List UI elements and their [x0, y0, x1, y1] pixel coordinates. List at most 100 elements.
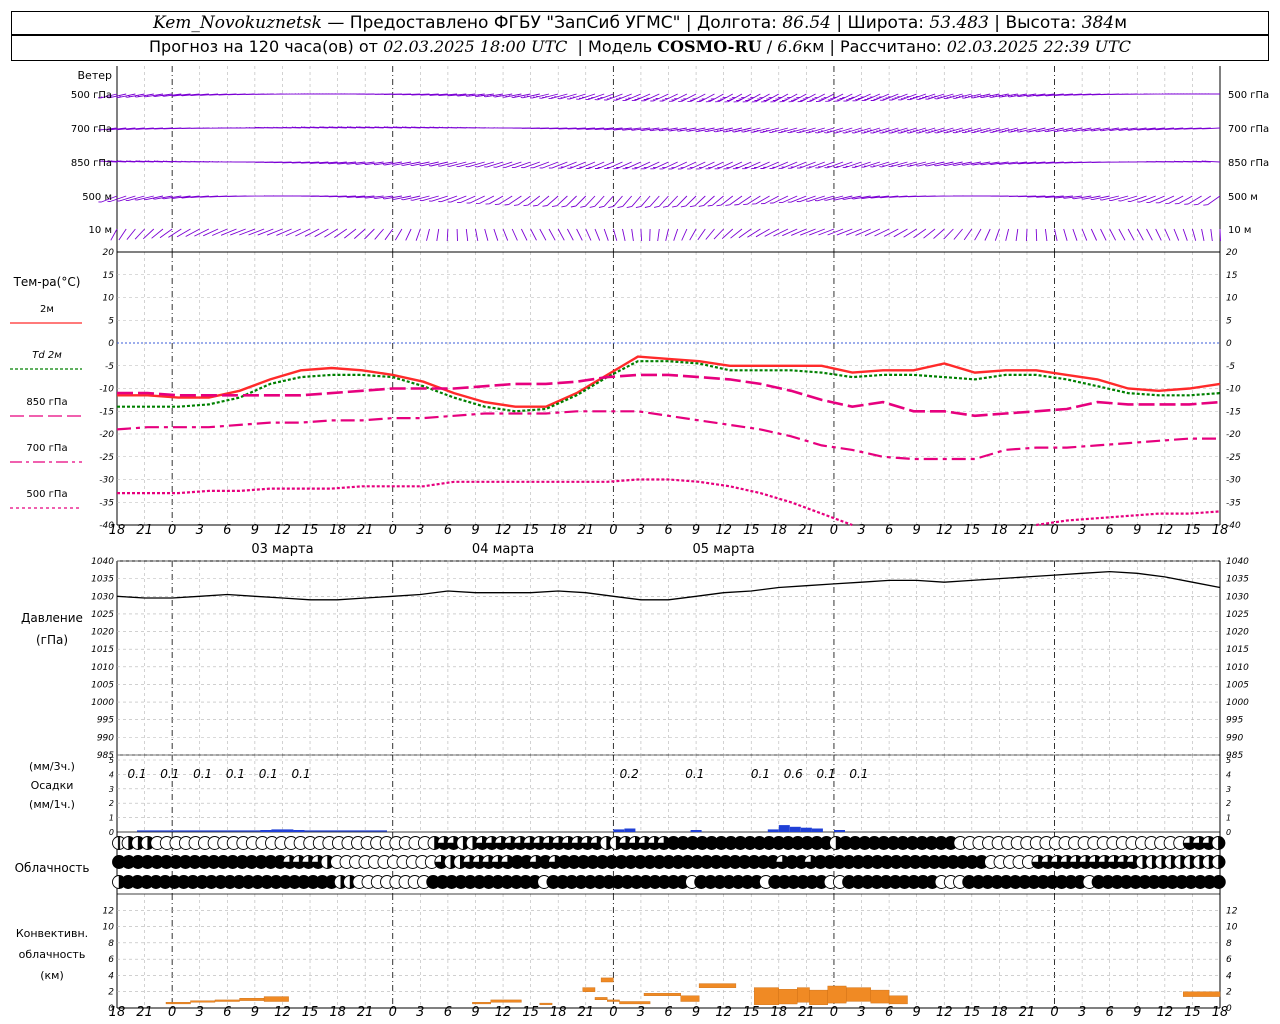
conv-cloud-bar — [827, 985, 847, 1004]
wind-level-label-left: 500 м — [82, 192, 112, 203]
precip-bar — [834, 830, 845, 832]
wind-barbs-row — [97, 93, 1220, 103]
conv-tick-left: 12 — [103, 906, 115, 916]
hour-label: 3 — [637, 1005, 645, 1020]
temp-legend-label: Td 2м — [32, 350, 62, 361]
hour-label: 18 — [329, 1005, 346, 1020]
precip-bar — [789, 826, 801, 832]
precip-3h-label: 0.1 — [751, 767, 770, 781]
conv-tick-left: 6 — [108, 955, 114, 965]
precip-tick-right: 1 — [1226, 814, 1231, 823]
temp-tick-left: 20 — [103, 248, 115, 258]
precip-3h-label: 0.1 — [160, 767, 179, 781]
conv-cloud-bar — [239, 998, 265, 1001]
precip-3h-label: 0.1 — [193, 767, 212, 781]
temp-tick-left: 15 — [103, 271, 115, 281]
hour-label: 12 — [715, 523, 732, 538]
hour-label: 9 — [471, 1005, 479, 1020]
conv-cloud-bar — [190, 1000, 216, 1003]
hour-label: 0 — [1050, 523, 1058, 538]
conv-title-1: Конвективн. — [16, 927, 88, 940]
date-label: 03 марта — [251, 542, 313, 557]
hour-label: 9 — [692, 523, 700, 538]
pressure-tick-left: 990 — [97, 733, 114, 743]
temp-tick-right: -10 — [1226, 385, 1241, 395]
hour-label: 15 — [302, 523, 319, 538]
temp-tick-left: -30 — [99, 476, 114, 486]
hour-label: 21 — [578, 523, 595, 538]
temp-tick-left: -25 — [99, 453, 114, 463]
precip-3h-label: 0.1 — [817, 767, 836, 781]
pressure-tick-left: 995 — [97, 716, 114, 726]
conv-cloud-bar — [778, 989, 798, 1005]
hour-label: 15 — [1184, 523, 1201, 538]
hour-label: 3 — [196, 1005, 204, 1020]
temp-tick-right: -20 — [1226, 430, 1241, 440]
conv-unit: (км) — [40, 969, 64, 982]
hour-label: 3 — [416, 523, 424, 538]
conv-tick-left: 2 — [108, 988, 114, 998]
hour-label: 0 — [1050, 1005, 1058, 1020]
precip-tick-right: 0 — [1226, 828, 1231, 837]
conv-tick-right: 8 — [1226, 939, 1232, 949]
conv-cloud-bar — [582, 987, 596, 992]
meteogram: 0.1 0.1 0.1 0.1 0.1 0.1 0.2 0.1 0.1 0.6 0.1 0.1 18 2… — [10, 66, 1269, 1020]
temp-tick-left: 10 — [103, 294, 115, 304]
hour-label: 15 — [964, 523, 981, 538]
pressure-tick-right: 1010 — [1226, 663, 1249, 673]
cloud-symbol-fill — [1218, 855, 1226, 869]
hour-label: 9 — [1133, 523, 1141, 538]
temp-tick-right: 5 — [1226, 316, 1232, 326]
hour-label: 6 — [223, 523, 231, 538]
wind-level-label-right: 10 м — [1228, 225, 1251, 236]
pressure-tick-left: 1040 — [91, 557, 114, 567]
conv-tick-left: 8 — [108, 939, 114, 949]
hour-label: 12 — [274, 1005, 291, 1020]
hour-label: 21 — [357, 1005, 374, 1020]
hour-label: 18 — [991, 1005, 1008, 1020]
precip-tick-right: 3 — [1226, 785, 1231, 794]
wind-level-label-left: 500 гПа — [71, 90, 112, 101]
precip-bar — [767, 829, 779, 832]
pressure-title: Давление — [21, 611, 83, 625]
precip-3h-label: 0.1 — [226, 767, 245, 781]
temp-tick-left: -10 — [99, 385, 114, 395]
hour-label: 15 — [964, 1005, 981, 1020]
temp-legend-label: 2м — [40, 304, 54, 315]
temp-tick-right: -15 — [1226, 407, 1241, 417]
precip-tick-right: 4 — [1226, 770, 1231, 779]
conv-cloud-bar — [888, 995, 908, 1005]
hour-label: 12 — [715, 1005, 732, 1020]
conv-tick-right: 4 — [1226, 971, 1232, 981]
hour-label: 12 — [274, 523, 291, 538]
pressure-tick-left: 1010 — [91, 663, 114, 673]
hour-label: 18 — [991, 523, 1008, 538]
hour-label: 3 — [637, 523, 645, 538]
hour-label: 12 — [936, 523, 953, 538]
precip-3h-label: 0.1 — [259, 767, 278, 781]
hour-label: 18 — [550, 1005, 567, 1020]
hour-label: 6 — [1106, 1005, 1114, 1020]
hour-label: 15 — [522, 523, 539, 538]
temp-tick-right: 0 — [1226, 339, 1232, 349]
temp-tick-left: 5 — [108, 316, 114, 326]
temp-tick-left: -40 — [99, 521, 114, 531]
cloudiness-layer — [112, 836, 1226, 889]
hour-label: 6 — [223, 1005, 231, 1020]
wind-barbs-row — [98, 126, 1221, 134]
hour-label: 18 — [771, 1005, 788, 1020]
conv-tick-right: 0 — [1226, 1004, 1232, 1014]
pressure-tick-right: 1025 — [1226, 610, 1249, 620]
wind-barbs-row — [110, 228, 1221, 242]
conv-cloud-bar — [1182, 991, 1221, 997]
hour-label: 0 — [168, 1005, 176, 1020]
hour-label: 21 — [357, 523, 374, 538]
precip-bar — [811, 828, 823, 832]
temp-tick-right: -5 — [1226, 362, 1235, 372]
conv-cloud-bar — [680, 995, 700, 1002]
wind-level-label-left: 700 гПа — [71, 124, 112, 135]
precip-unit-3h: (мм/3ч.) — [29, 760, 75, 773]
conv-cloud-bar — [263, 996, 289, 1002]
hour-label: 0 — [609, 1005, 617, 1020]
pressure-tick-right: 1015 — [1226, 645, 1249, 655]
